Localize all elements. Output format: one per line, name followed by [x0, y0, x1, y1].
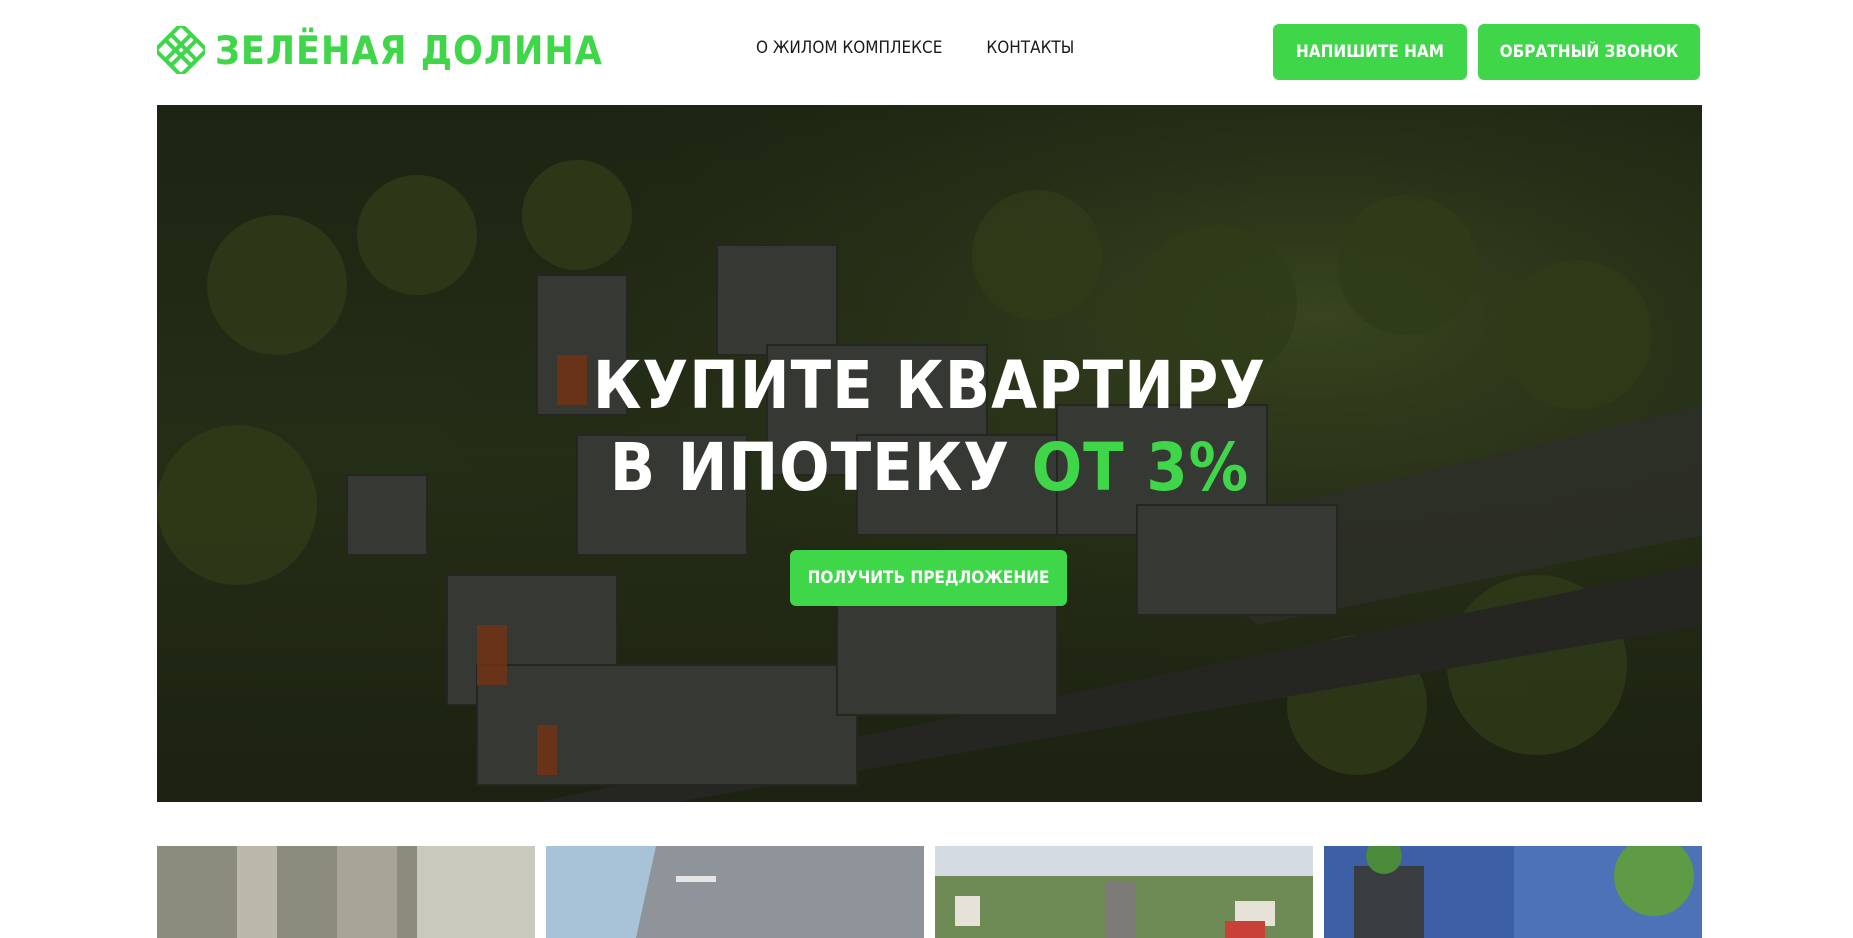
city-aerial-photo [935, 846, 1313, 938]
gallery-item[interactable] [546, 846, 924, 938]
nav-item-about[interactable]: О ЖИЛОМ КОМПЛЕКСЕ [756, 38, 942, 58]
hero-title: КУПИТЕ КВАРТИРУ В ИПОТЕКУ ОТ 3% [157, 345, 1702, 509]
site-header: ЗЕЛЁНАЯ ДОЛИНА О ЖИЛОМ КОМПЛЕКСЕ КОНТАКТ… [0, 0, 1853, 105]
logo[interactable]: ЗЕЛЁНАЯ ДОЛИНА [154, 23, 603, 78]
logo-text: ЗЕЛЁНАЯ ДОЛИНА [215, 29, 603, 74]
main-nav: О ЖИЛОМ КОМПЛЕКСЕ КОНТАКТЫ [756, 38, 1074, 58]
gallery [157, 846, 1702, 938]
interior-photo [157, 846, 535, 938]
gallery-item[interactable] [935, 846, 1313, 938]
get-offer-button[interactable]: ПОЛУЧИТЬ ПРЕДЛОЖЕНИЕ [790, 550, 1067, 606]
gallery-item[interactable] [157, 846, 535, 938]
hero-title-line2: В ИПОТЕКУ [609, 429, 1011, 506]
callback-button[interactable]: ОБРАТНЫЙ ЗВОНОК [1478, 24, 1700, 80]
hero-banner: КУПИТЕ КВАРТИРУ В ИПОТЕКУ ОТ 3% ПОЛУЧИТЬ… [157, 105, 1702, 802]
gallery-item[interactable] [1324, 846, 1702, 938]
nav-item-contacts[interactable]: КОНТАКТЫ [986, 38, 1074, 58]
building-facade-photo [546, 846, 924, 938]
write-us-button[interactable]: НАПИШИТЕ НАМ [1273, 24, 1467, 80]
building-render-photo [1324, 846, 1702, 938]
hero-title-line1: КУПИТЕ КВАРТИРУ [592, 347, 1267, 424]
leaf-knot-logo-icon [154, 23, 208, 78]
hero-title-accent: ОТ 3% [1031, 429, 1250, 506]
